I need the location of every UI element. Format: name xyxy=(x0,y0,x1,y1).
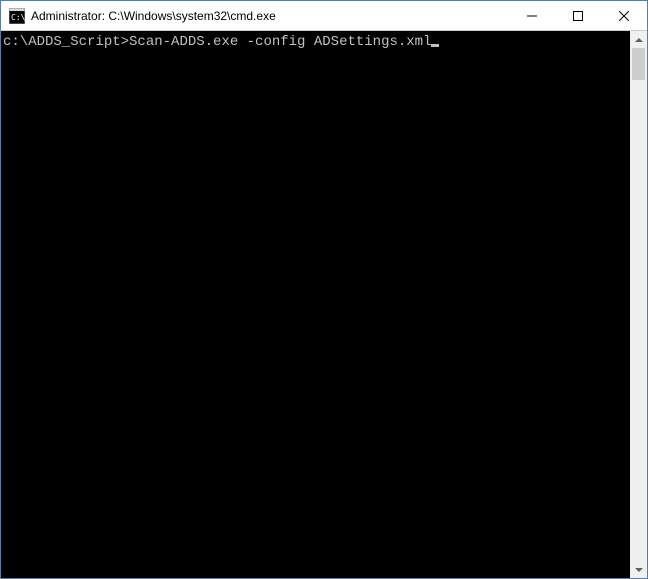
scroll-track[interactable] xyxy=(630,48,647,561)
window-title: Administrator: C:\Windows\system32\cmd.e… xyxy=(31,9,509,23)
command-text: Scan-ADDS.exe -config ADSettings.xml xyxy=(129,34,431,50)
svg-text:C:\: C:\ xyxy=(11,13,25,22)
client-area: c:\ADDS_Script>Scan-ADDS.exe -config ADS… xyxy=(1,31,647,578)
cmd-window: C:\ Administrator: C:\Windows\system32\c… xyxy=(0,0,648,579)
scroll-up-button[interactable] xyxy=(630,31,647,48)
titlebar[interactable]: C:\ Administrator: C:\Windows\system32\c… xyxy=(1,1,647,31)
window-controls xyxy=(509,1,647,30)
vertical-scrollbar[interactable] xyxy=(630,31,647,578)
prompt: c:\ADDS_Script> xyxy=(3,34,129,50)
chevron-down-icon xyxy=(635,568,643,572)
maximize-button[interactable] xyxy=(555,1,601,31)
cmd-icon: C:\ xyxy=(9,8,25,24)
scroll-down-button[interactable] xyxy=(630,561,647,578)
cursor xyxy=(431,44,439,47)
scroll-thumb[interactable] xyxy=(632,48,645,80)
close-button[interactable] xyxy=(601,1,647,31)
terminal[interactable]: c:\ADDS_Script>Scan-ADDS.exe -config ADS… xyxy=(1,31,630,578)
minimize-button[interactable] xyxy=(509,1,555,31)
chevron-up-icon xyxy=(635,38,643,42)
